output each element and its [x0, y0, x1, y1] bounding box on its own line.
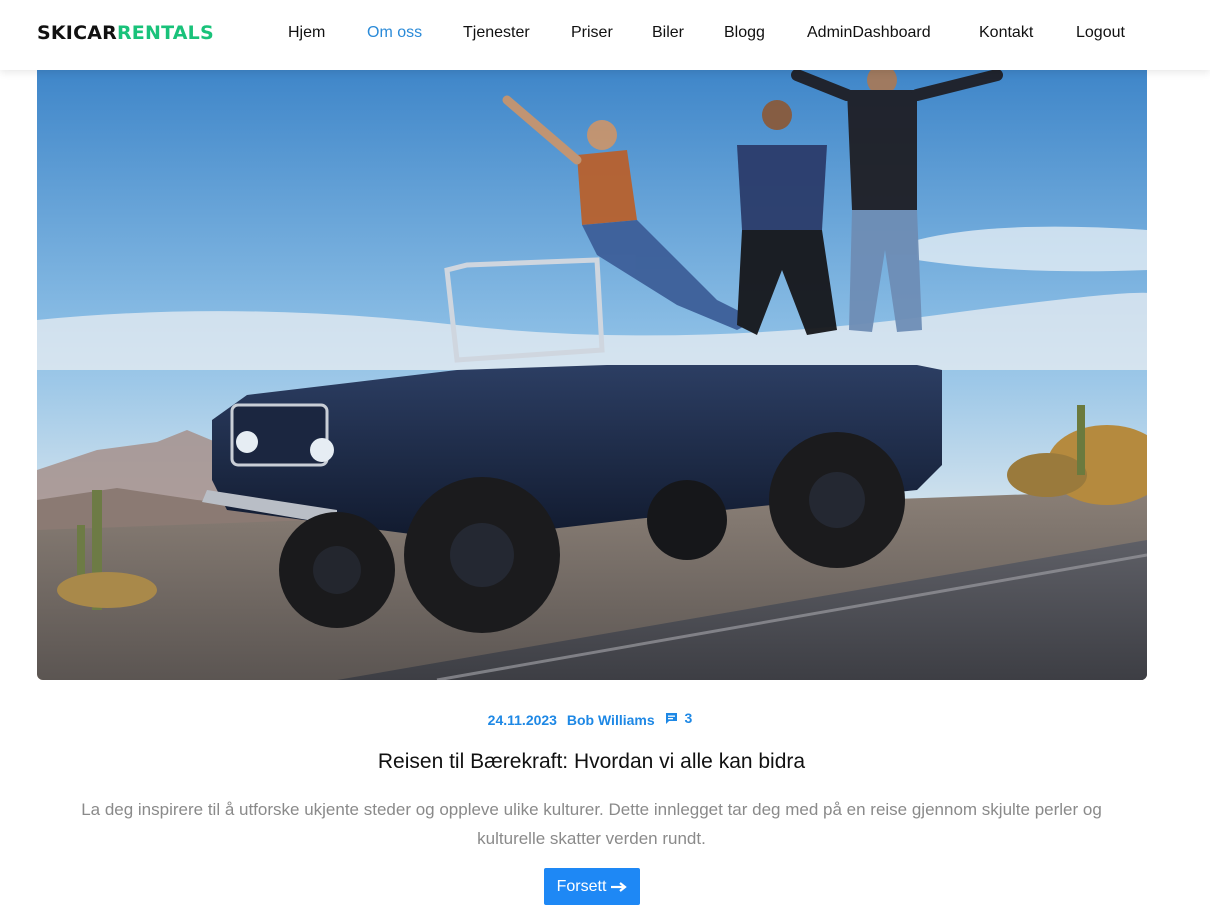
nav-item-admindashboard[interactable]: AdminDashboard	[807, 24, 931, 42]
post-date[interactable]: 24.11.2023	[488, 712, 557, 728]
post-comment-count: 3	[684, 710, 693, 726]
nav-item-om-oss[interactable]: Om oss	[367, 24, 422, 42]
post-comments[interactable]: 3	[665, 710, 696, 726]
jeep-on-desert-road-image	[37, 70, 1147, 680]
arrow-right-icon	[611, 881, 628, 892]
site-header: SKICARRENTALS Hjem Om oss Tjenester Pris…	[0, 0, 1210, 70]
main-nav: Hjem Om oss Tjenester Priser Biler Blogg…	[0, 0, 1210, 70]
nav-item-blogg[interactable]: Blogg	[724, 24, 765, 42]
post-title[interactable]: Reisen til Bærekraft: Hvordan vi alle ka…	[0, 750, 1183, 774]
post-author[interactable]: Bob Williams	[567, 712, 655, 728]
post-meta: 24.11.2023 Bob Williams 3	[0, 710, 1183, 728]
post-excerpt: La deg inspirere til å utforske ukjente …	[81, 800, 1102, 848]
chat-bubble-icon	[665, 712, 677, 724]
post-hero-image[interactable]	[37, 70, 1147, 680]
nav-item-tjenester[interactable]: Tjenester	[463, 24, 530, 42]
continue-button[interactable]: Forsett	[544, 868, 640, 905]
continue-button-label: Forsett	[556, 877, 607, 895]
nav-item-biler[interactable]: Biler	[652, 24, 684, 42]
nav-item-logout[interactable]: Logout	[1076, 24, 1125, 42]
nav-item-priser[interactable]: Priser	[571, 24, 613, 42]
nav-item-kontakt[interactable]: Kontakt	[979, 24, 1033, 42]
nav-item-hjem[interactable]: Hjem	[288, 24, 325, 42]
